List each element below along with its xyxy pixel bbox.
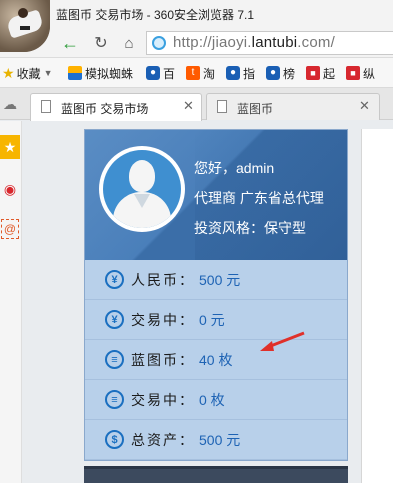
bookmarks-bar: ★ 收藏 ▼ 模拟蜘蛛 ● 百 t 淘 ● 指 ● 榜 ■ 起 ■ 纵 xyxy=(0,58,393,88)
balance-row-rmb-trading: ¥ 交易中： 0 元 xyxy=(85,300,347,340)
money-bag-icon: $ xyxy=(105,430,124,449)
close-icon[interactable]: ✕ xyxy=(359,98,370,114)
mail-icon[interactable]: @ xyxy=(1,219,19,239)
yen-icon: ¥ xyxy=(105,270,124,289)
balance-row-rmb: ¥ 人民币： 500 元 xyxy=(85,260,347,300)
annotation-arrow-icon xyxy=(260,331,305,351)
close-icon[interactable]: ✕ xyxy=(183,98,194,114)
agent-text: 代理商 广东省总代理 xyxy=(194,190,324,206)
document-icon xyxy=(41,100,51,113)
document-icon xyxy=(217,100,227,113)
red-square-icon: ■ xyxy=(346,66,360,80)
reload-icon[interactable]: ↻ xyxy=(90,32,112,54)
home-icon[interactable]: ⌂ xyxy=(118,32,140,54)
baidu-paw-icon: ● xyxy=(146,66,160,80)
investment-style-text: 投资风格：保守型 xyxy=(194,220,306,236)
chevron-down-icon: ▼ xyxy=(43,68,53,78)
balance-row-coin-trading: ≡ 交易中： 0 枚 xyxy=(85,380,347,420)
baidu-paw-icon: ● xyxy=(266,66,280,80)
flag-icon xyxy=(68,66,82,80)
account-panel: 您好，admin 代理商 广东省总代理 投资风格：保守型 ¥ 人民币： 500 … xyxy=(84,129,348,461)
user-avatar-icon xyxy=(99,146,185,232)
star-icon[interactable]: ★ xyxy=(0,135,20,159)
window-titlebar: 蓝图币 交易市场 - 360安全浏览器 7.1 xyxy=(0,0,393,52)
address-input[interactable]: http://jiaoyi.lantubi.com/ xyxy=(146,31,393,55)
back-arrow-icon[interactable]: ← xyxy=(59,32,81,54)
page-content: ★ ◉ @ 您好，admin 代理商 广东省总代理 投资风格：保守型 ¥ 人民币… xyxy=(0,121,393,483)
yen-icon: ¥ xyxy=(105,310,124,329)
tab-lantubi[interactable]: 蓝图币 ✕ xyxy=(206,93,380,120)
window-title: 蓝图币 交易市场 - 360安全浏览器 7.1 xyxy=(56,8,255,22)
bookmark-bang[interactable]: ● 榜 xyxy=(266,65,295,81)
address-text: http://jiaoyi.lantubi.com/ xyxy=(173,34,335,51)
coins-icon: ≡ xyxy=(105,350,124,369)
bookmark-qi[interactable]: ■ 起 xyxy=(306,65,335,81)
dark-footer-bar xyxy=(84,466,348,483)
globe-icon xyxy=(152,36,166,50)
bookmark-tao[interactable]: t 淘 xyxy=(186,65,215,81)
bookmark-moni-zhizhu[interactable]: 模拟蜘蛛 xyxy=(68,65,133,81)
coins-icon: ≡ xyxy=(105,390,124,409)
tab-lantubi-market[interactable]: 蓝图币 交易市场 ✕ xyxy=(30,93,202,121)
right-content-column xyxy=(361,129,393,483)
bookmark-bai[interactable]: ● 百 xyxy=(146,65,175,81)
red-square-icon: ■ xyxy=(306,66,320,80)
cloud-icon[interactable]: ☁ xyxy=(3,96,21,112)
taobao-icon: t xyxy=(186,66,200,80)
address-toolbar: ← ↻ ⌂ http://jiaoyi.lantubi.com/ xyxy=(0,28,393,58)
sidebar: ★ ◉ @ xyxy=(0,121,22,483)
balance-row-total: $ 总资产： 500 元 xyxy=(85,420,347,460)
greeting-text: 您好，admin xyxy=(194,160,275,176)
balance-row-lantubi: ≡ 蓝图币： 40 枚 xyxy=(85,340,347,380)
bookmark-zong[interactable]: ■ 纵 xyxy=(346,65,375,81)
user-avatar[interactable] xyxy=(0,0,50,52)
tab-bar: ☁ 蓝图币 交易市场 ✕ 蓝图币 ✕ xyxy=(0,88,393,121)
weibo-icon[interactable]: ◉ xyxy=(0,177,20,201)
baidu-paw-icon: ● xyxy=(226,66,240,80)
bookmark-favorites[interactable]: ★ 收藏 ▼ xyxy=(2,65,53,81)
account-header: 您好，admin 代理商 广东省总代理 投资风格：保守型 xyxy=(85,130,347,260)
bookmark-zhi[interactable]: ● 指 xyxy=(226,65,255,81)
star-icon: ★ xyxy=(2,64,15,81)
